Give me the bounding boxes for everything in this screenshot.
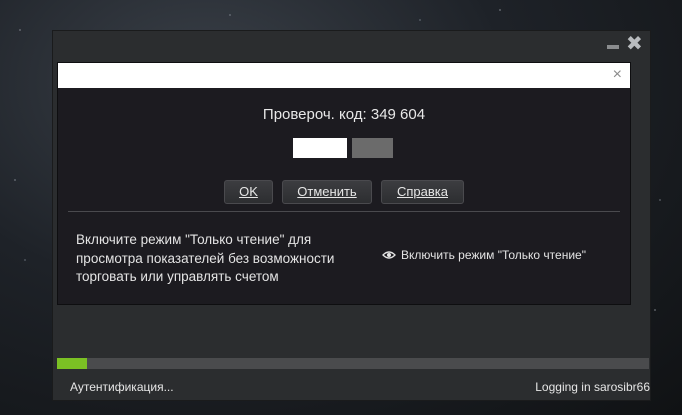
ok-button[interactable]: OK [224,180,273,204]
verification-dialog: × Провероч. код: 349 604 OK Отменить Спр… [57,62,631,305]
code-boxes [293,138,393,158]
readonly-info-text: Включите режим "Только чтение" для просм… [76,231,376,287]
readonly-info-line: Включите режим "Только чтение" для [76,232,312,247]
code-input-box-secondary[interactable] [352,138,393,158]
readonly-info-line: торговать или управлять счетом [76,269,279,284]
status-text-left: Аутентификация... [70,380,174,394]
verification-code-label: Провероч. код: 349 604 [262,106,426,123]
divider [68,211,620,212]
progress-bar [57,358,649,369]
cancel-button[interactable]: Отменить [282,180,372,204]
window-controls: ✖ [606,34,643,54]
help-button-label: Справка [397,184,448,199]
eye-icon [382,251,396,259]
minimize-icon[interactable] [606,37,620,51]
ok-button-label: OK [239,184,258,199]
code-input-box[interactable] [293,138,347,158]
help-button[interactable]: Справка [381,180,464,204]
dialog-titlebar: × [58,63,630,88]
status-text-right: Logging in sarosibr66 [535,380,650,394]
cancel-button-label: Отменить [297,184,357,199]
enable-readonly-label: Включить режим "Только чтение" [401,248,586,262]
readonly-info-line: просмотра показателей без возможности [76,250,335,266]
enable-readonly-link[interactable]: Включить режим "Только чтение" [382,248,586,262]
dialog-buttons: OK Отменить Справка [224,180,464,204]
close-icon[interactable]: ✖ [626,34,643,54]
dialog-close-icon[interactable]: × [613,66,622,84]
progress-fill [57,358,87,369]
